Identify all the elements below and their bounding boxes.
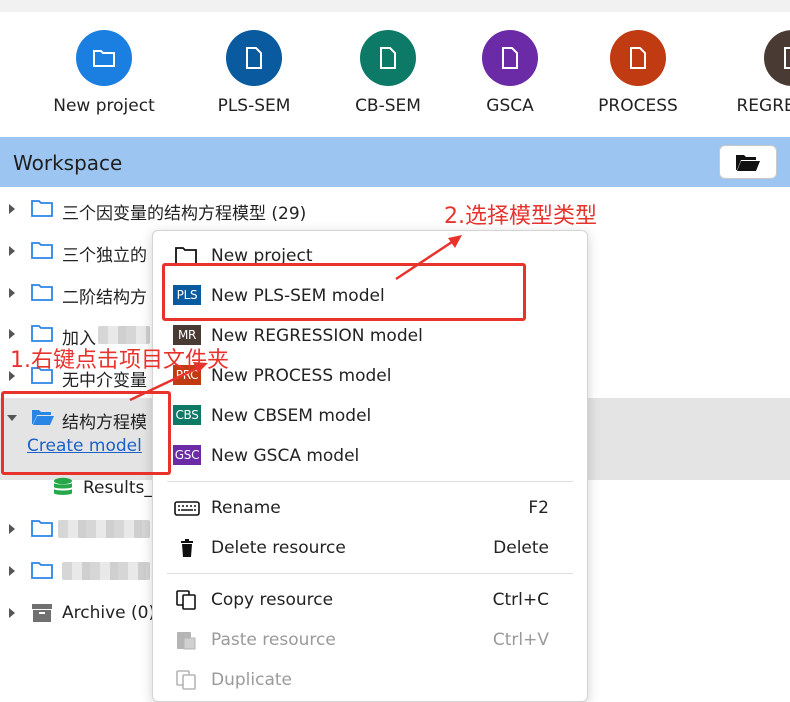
menu-item-label: Paste resource xyxy=(211,630,336,650)
chevron-right-icon[interactable] xyxy=(9,329,15,339)
database-icon xyxy=(54,477,72,495)
chevron-right-icon[interactable] xyxy=(9,566,15,576)
menu-item-label: New PROCESS model xyxy=(211,366,392,386)
folder-icon xyxy=(31,284,53,301)
redacted-text xyxy=(58,520,150,538)
regression-button[interactable]: REGRESSION xyxy=(722,30,790,116)
new-project-label: New project xyxy=(53,96,155,116)
open-folder-icon xyxy=(736,155,760,171)
folder-icon xyxy=(31,562,53,579)
cbs-badge-icon: CBS xyxy=(173,405,201,425)
chevron-right-icon[interactable] xyxy=(9,246,15,256)
menu-item-new-gsca[interactable]: GSC New GSCA model xyxy=(153,436,587,476)
folder-icon xyxy=(31,325,53,342)
workspace-header: Workspace xyxy=(0,137,790,187)
menu-item-paste-resource[interactable]: Paste resource Ctrl+V xyxy=(153,620,587,660)
new-project-button[interactable]: New project xyxy=(34,30,174,116)
menu-shortcut: Ctrl+C xyxy=(492,590,549,610)
tree-item-label: Archive (0) xyxy=(62,603,156,623)
pls-sem-label: PLS-SEM xyxy=(217,96,291,116)
menu-item-label: Rename xyxy=(211,498,281,518)
menu-item-new-cbsem[interactable]: CBS New CBSEM model xyxy=(153,396,587,436)
menu-shortcut: F2 xyxy=(528,498,549,518)
cb-sem-label: CB-SEM xyxy=(355,96,421,116)
document-icon xyxy=(226,30,282,86)
results-item[interactable]: Results_ xyxy=(52,477,153,503)
menu-item-label: New REGRESSION model xyxy=(211,326,423,346)
process-label: PROCESS xyxy=(598,96,678,116)
tree-item-label: 二阶结构方 xyxy=(62,288,147,308)
menu-divider xyxy=(167,573,573,574)
menu-item-copy-resource[interactable]: Copy resource Ctrl+C xyxy=(153,580,587,620)
folder-icon xyxy=(31,200,53,217)
menu-item-label: New GSCA model xyxy=(211,446,360,466)
paste-icon xyxy=(177,632,196,650)
tree-item[interactable]: 三个因变量的结构方程模型 (29) xyxy=(0,189,790,229)
menu-shortcut: Delete xyxy=(493,538,549,558)
folder-icon xyxy=(76,30,132,86)
menu-item-rename[interactable]: Rename F2 xyxy=(153,488,587,528)
results-label: Results_ xyxy=(83,478,153,498)
gsc-badge-icon: GSC xyxy=(173,445,201,465)
menu-item-label: New CBSEM model xyxy=(211,406,372,426)
menu-item-label: Copy resource xyxy=(211,590,334,610)
tree-item-label: 三个独立的 xyxy=(62,246,147,266)
keyboard-icon xyxy=(174,501,200,516)
copy-icon xyxy=(176,590,196,610)
menu-shortcut: Ctrl+V xyxy=(492,630,549,650)
chevron-right-icon[interactable] xyxy=(9,288,15,298)
menu-divider xyxy=(167,481,573,482)
duplicate-icon xyxy=(176,670,196,690)
annotation-step2: 2.选择模型类型 xyxy=(444,204,597,229)
tree-item-label: 三个因变量的结构方程模型 (29) xyxy=(62,204,307,224)
open-folder-button[interactable] xyxy=(719,145,777,179)
process-button[interactable]: PROCESS xyxy=(568,30,708,116)
folder-icon xyxy=(31,520,53,537)
workspace-title: Workspace xyxy=(13,151,123,175)
archive-icon xyxy=(32,604,52,622)
trash-icon xyxy=(181,539,193,557)
toolbar: New project PLS-SEM CB-SEM GSCA PROCESS … xyxy=(0,12,790,137)
redacted-text xyxy=(62,562,150,580)
document-icon xyxy=(482,30,538,86)
document-icon xyxy=(610,30,666,86)
highlight-box-folder xyxy=(1,391,171,475)
cb-sem-button[interactable]: CB-SEM xyxy=(318,30,458,116)
menu-item-duplicate[interactable]: Duplicate xyxy=(153,660,587,700)
gsca-label: GSCA xyxy=(486,96,534,116)
document-icon xyxy=(360,30,416,86)
regression-label: REGRESSION xyxy=(736,96,790,116)
menu-item-label: Delete resource xyxy=(211,538,346,558)
menu-item-label: Duplicate xyxy=(211,670,292,690)
chevron-right-icon[interactable] xyxy=(9,204,15,214)
gsca-button[interactable]: GSCA xyxy=(440,30,580,116)
highlight-box-pls-sem xyxy=(162,263,526,321)
annotation-step1: 1.右键点击项目文件夹 xyxy=(10,348,229,373)
folder-icon xyxy=(31,242,53,259)
pls-sem-button[interactable]: PLS-SEM xyxy=(184,30,324,116)
chevron-right-icon[interactable] xyxy=(9,524,15,534)
chevron-right-icon[interactable] xyxy=(9,608,15,618)
document-icon xyxy=(764,30,790,86)
menu-item-delete-resource[interactable]: Delete resource Delete xyxy=(153,528,587,568)
